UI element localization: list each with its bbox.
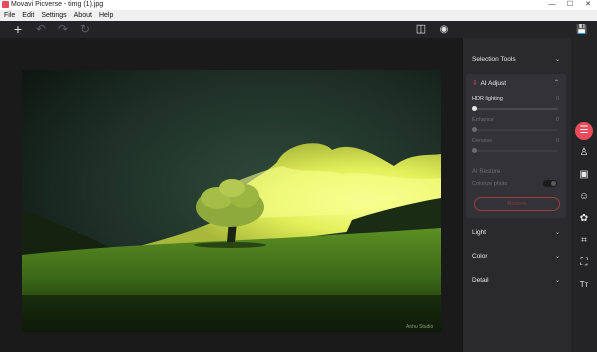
enhance-value: 0 bbox=[555, 117, 559, 123]
denoise-handle[interactable] bbox=[472, 148, 477, 153]
chevron-down-icon: ⌄ bbox=[554, 254, 560, 260]
restore-button[interactable]: Restore bbox=[474, 197, 560, 211]
hdr-lighting-slider[interactable] bbox=[474, 108, 558, 110]
colorize-photo-label: Colorize photo bbox=[472, 181, 508, 187]
ai-restore-label: AI Restore bbox=[472, 169, 501, 175]
menu-about[interactable]: About bbox=[70, 10, 95, 21]
menu-file[interactable]: File bbox=[0, 10, 18, 21]
undo-icon[interactable]: ↶ bbox=[34, 21, 48, 38]
stamp-icon[interactable]: ♙ bbox=[575, 144, 593, 162]
section-detail-label: Detail bbox=[472, 277, 489, 284]
colorize-photo-toggle[interactable] bbox=[543, 180, 557, 187]
photo: Anhu Studio bbox=[22, 70, 441, 332]
hdr-lighting-handle[interactable] bbox=[472, 106, 477, 111]
maximize-button[interactable]: ☐ bbox=[561, 0, 579, 10]
chevron-down-icon: ⌄ bbox=[554, 57, 560, 63]
save-icon[interactable]: 💾 bbox=[575, 21, 589, 38]
section-selection-tools-label: Selection Tools bbox=[472, 56, 516, 63]
app-logo-icon bbox=[2, 1, 9, 8]
enhance-label: Enhance bbox=[472, 117, 494, 123]
section-light[interactable]: Light ⌄ bbox=[463, 222, 571, 244]
menu-edit[interactable]: Edit bbox=[18, 10, 37, 21]
hdr-lighting-value: 0 bbox=[555, 96, 559, 102]
compare-icon[interactable]: ◫ bbox=[414, 21, 428, 38]
title-bar: Movavi Picverse - timg (1).jpg — ☐ ✕ bbox=[0, 0, 597, 10]
settings-panel: Selection Tools ⌄ ⇩ AI Adjust ⌃ HDR light… bbox=[463, 38, 571, 352]
face-retouch-icon[interactable]: ☺ bbox=[575, 188, 593, 206]
menu-bar: File Edit Settings About Help bbox=[0, 10, 597, 21]
toolbar: + ↶ ↷ ↻ ◫ ◉ 💾 bbox=[0, 21, 597, 38]
ai-adjust-title: AI Adjust bbox=[480, 80, 507, 87]
window-title: Movavi Picverse - timg (1).jpg bbox=[11, 1, 104, 8]
adjust-icon[interactable]: ☰ bbox=[575, 122, 593, 140]
enhance-handle[interactable] bbox=[472, 127, 477, 132]
menu-help[interactable]: Help bbox=[95, 10, 116, 21]
section-color[interactable]: Color ⌄ bbox=[463, 246, 571, 268]
text-icon[interactable]: Tт bbox=[575, 276, 593, 294]
tool-rail: ☰ ♙ ▣ ☺ ✿ ⌗ ⛶ Tт bbox=[571, 38, 597, 352]
redo-icon[interactable]: ↷ bbox=[56, 21, 70, 38]
close-button[interactable]: ✕ bbox=[579, 0, 597, 10]
section-selection-tools[interactable]: Selection Tools ⌄ bbox=[463, 49, 571, 71]
filters-icon[interactable]: ✿ bbox=[575, 210, 593, 228]
menu-settings[interactable]: Settings bbox=[37, 10, 69, 21]
chevron-down-icon: ⌄ bbox=[554, 278, 560, 284]
chevron-down-icon: ⌄ bbox=[554, 230, 560, 236]
chevron-up-icon[interactable]: ⌃ bbox=[554, 79, 559, 86]
denoise-value: 0 bbox=[555, 138, 559, 144]
section-detail[interactable]: Detail ⌄ bbox=[463, 270, 571, 292]
photo-image: Anhu Studio bbox=[22, 70, 441, 332]
crop-icon[interactable]: ⌗ bbox=[575, 232, 593, 250]
ai-adjust-icon: ⇩ bbox=[472, 80, 478, 87]
enhance-slider[interactable] bbox=[474, 129, 558, 131]
denoise-label: Denoise bbox=[472, 138, 493, 144]
preview-eye-icon[interactable]: ◉ bbox=[437, 21, 451, 38]
reset-icon[interactable]: ↻ bbox=[78, 21, 92, 38]
denoise-slider[interactable] bbox=[474, 150, 558, 152]
resize-icon[interactable]: ⛶ bbox=[575, 254, 593, 272]
ai-adjust-header[interactable]: ⇩ AI Adjust bbox=[472, 79, 506, 87]
section-color-label: Color bbox=[472, 253, 488, 260]
ai-adjust-card: ⇩ AI Adjust ⌃ HDR lighting 0 Enhance 0 De… bbox=[466, 74, 566, 218]
minimize-button[interactable]: — bbox=[543, 0, 561, 10]
section-light-label: Light bbox=[472, 229, 487, 236]
hdr-lighting-label: HDR lighting bbox=[472, 96, 503, 102]
photo-watermark: Anhu Studio bbox=[406, 324, 433, 330]
background-icon[interactable]: ▣ bbox=[575, 166, 593, 184]
add-photo-icon[interactable]: + bbox=[11, 21, 25, 38]
